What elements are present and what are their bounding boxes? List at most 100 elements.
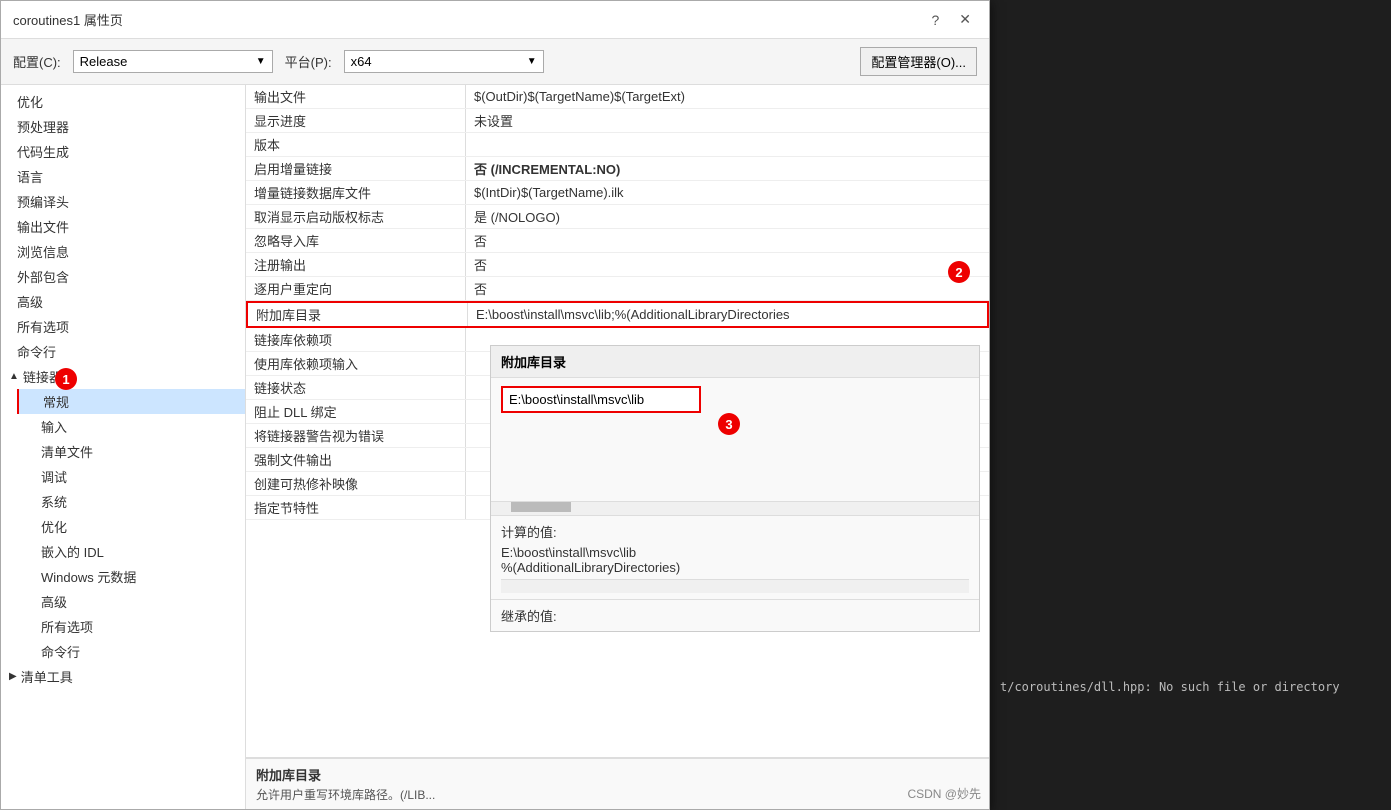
hscroll-thumb — [511, 502, 571, 512]
sidebar-item-optimize2[interactable]: 优化 — [17, 514, 245, 539]
dialog-title: coroutines1 属性页 — [13, 10, 123, 29]
title-controls: ? ✕ — [925, 9, 977, 30]
prop-row-ignoreimp: 忽略导入库 否 — [246, 229, 989, 253]
tooltip-title: 附加库目录 — [491, 346, 979, 378]
prop-value-incdb: $(IntDir)$(TargetName).ilk — [466, 181, 989, 204]
prop-name-warnerr: 将链接器警告视为错误 — [246, 424, 466, 447]
prop-name-uselibinput: 使用库依赖项输入 — [246, 352, 466, 375]
sidebar-item-idl[interactable]: 嵌入的 IDL — [17, 539, 245, 564]
sidebar-item-advanced2[interactable]: 高级 — [17, 589, 245, 614]
sidebar-item-output[interactable]: 输出文件 — [1, 214, 245, 239]
manifest-expand-icon: ▶ — [9, 671, 17, 682]
prop-row-incremental: 启用增量链接 否 (/INCREMENTAL:NO) — [246, 157, 989, 181]
sidebar-item-pch[interactable]: 预编译头 — [1, 189, 245, 214]
prop-value-addlibdir: E:\boost\install\msvc\lib;%(AdditionalLi… — [468, 303, 987, 326]
prop-name-regout: 注册输出 — [246, 253, 466, 276]
sidebar-section-manifest-tool[interactable]: ▶ 清单工具 — [1, 664, 245, 689]
prop-name-outputfile: 输出文件 — [246, 85, 466, 108]
prop-row-incdb: 增量链接数据库文件 $(IntDir)$(TargetName).ilk — [246, 181, 989, 205]
badge-3: 3 — [718, 413, 740, 435]
prop-name-nodllbind: 阻止 DLL 绑定 — [246, 400, 466, 423]
tooltip-input-box[interactable]: E:\boost\install\msvc\lib — [501, 386, 701, 413]
prop-row-addlibdir[interactable]: 附加库目录 E:\boost\install\msvc\lib;%(Additi… — [246, 301, 989, 328]
sidebar-item-advanced[interactable]: 高级 — [1, 289, 245, 314]
linker-expand-icon: ▲ — [9, 371, 19, 382]
config-label: 配置(C): — [13, 52, 61, 71]
prop-name-addlibdir: 附加库目录 — [248, 303, 468, 326]
watermark: CSDN @妙先 — [907, 785, 981, 802]
sidebar-item-winmeta[interactable]: Windows 元数据 — [17, 564, 245, 589]
prop-name-linklib: 链接库依赖项 — [246, 328, 466, 351]
prop-name-incremental: 启用增量链接 — [246, 157, 466, 180]
desc-title: 附加库目录 — [256, 765, 979, 784]
sidebar-item-alloptions2[interactable]: 所有选项 — [17, 614, 245, 639]
sidebar-item-alloptions[interactable]: 所有选项 — [1, 314, 245, 339]
sidebar-item-general[interactable]: 常规 — [17, 389, 245, 414]
prop-row-peruser: 逐用户重定向 否 — [246, 277, 989, 301]
prop-row-nologo: 取消显示启动版权标志 是 (/NOLOGO) — [246, 205, 989, 229]
sidebar-item-cmdline2[interactable]: 命令行 — [17, 639, 245, 664]
description-panel: 附加库目录 允许用户重写环境库路径。(/LIB... — [246, 758, 989, 809]
inherit-title: 继承的值: — [501, 606, 969, 625]
desc-text: 允许用户重写环境库路径。(/LIB... — [256, 786, 979, 803]
sidebar-section-linker[interactable]: ▲ 链接器 — [1, 364, 245, 389]
prop-name-ignoreimp: 忽略导入库 — [246, 229, 466, 252]
sidebar-item-system[interactable]: 系统 — [17, 489, 245, 514]
calc-title: 计算的值: — [501, 522, 969, 541]
platform-value: x64 — [351, 54, 372, 69]
sidebar-item-preprocessor[interactable]: 预处理器 — [1, 114, 245, 139]
close-button[interactable]: ✕ — [953, 9, 977, 30]
prop-value-nologo: 是 (/NOLOGO) — [466, 205, 989, 228]
sidebar-item-codegen[interactable]: 代码生成 — [1, 139, 245, 164]
prop-name-linkstatus: 链接状态 — [246, 376, 466, 399]
sidebar-item-debug[interactable]: 调试 — [17, 464, 245, 489]
prop-value-version — [466, 133, 989, 156]
config-row: 配置(C): Release ▼ 平台(P): x64 ▼ 配置管理器(O)..… — [1, 39, 989, 85]
title-bar: coroutines1 属性页 ? ✕ — [1, 1, 989, 39]
prop-name-nologo: 取消显示启动版权标志 — [246, 205, 466, 228]
prop-name-incdb: 增量链接数据库文件 — [246, 181, 466, 204]
prop-name-peruser: 逐用户重定向 — [246, 277, 466, 300]
sidebar: 优化 预处理器 代码生成 语言 预编译头 输出文件 浏览信息 外部包含 高级 所… — [1, 85, 246, 809]
config-dropdown[interactable]: Release ▼ — [73, 50, 273, 73]
prop-name-forceout: 强制文件输出 — [246, 448, 466, 471]
manager-button[interactable]: 配置管理器(O)... — [860, 47, 977, 76]
help-button[interactable]: ? — [925, 9, 945, 30]
additional-libdir-panel: 附加库目录 E:\boost\install\msvc\lib 计算的值: E:… — [490, 345, 980, 632]
tooltip-inherit-section: 继承的值: — [491, 599, 979, 631]
prop-name-showprogress: 显示进度 — [246, 109, 466, 132]
prop-row-showprogress: 显示进度 未设置 — [246, 109, 989, 133]
platform-dropdown-arrow: ▼ — [527, 56, 537, 67]
tooltip-hscroll[interactable] — [491, 501, 979, 515]
config-value: Release — [80, 54, 128, 69]
platform-label: 平台(P): — [285, 52, 332, 71]
prop-value-showprogress: 未设置 — [466, 109, 989, 132]
prop-row-version: 版本 — [246, 133, 989, 157]
prop-value-incremental: 否 (/INCREMENTAL:NO) — [466, 157, 989, 180]
prop-name-sectattr: 指定节特性 — [246, 496, 466, 519]
tooltip-hscroll2[interactable] — [501, 579, 969, 593]
sidebar-item-browse[interactable]: 浏览信息 — [1, 239, 245, 264]
badge-2: 2 — [948, 261, 970, 283]
prop-value-peruser: 否 — [466, 277, 989, 300]
sidebar-item-external[interactable]: 外部包含 — [1, 264, 245, 289]
prop-row-regout: 注册输出 否 — [246, 253, 989, 277]
prop-value-outputfile: $(OutDir)$(TargetName)$(TargetExt) — [466, 85, 989, 108]
sidebar-item-manifest[interactable]: 清单文件 — [17, 439, 245, 464]
sidebar-item-language[interactable]: 语言 — [1, 164, 245, 189]
calc-line1: E:\boost\install\msvc\lib — [501, 545, 969, 560]
prop-name-hotpatch: 创建可热修补映像 — [246, 472, 466, 495]
platform-dropdown[interactable]: x64 ▼ — [344, 50, 544, 73]
calc-line2: %(AdditionalLibraryDirectories) — [501, 560, 969, 575]
sidebar-item-optimize[interactable]: 优化 — [1, 89, 245, 114]
tooltip-calc-section: 计算的值: E:\boost\install\msvc\lib %(Additi… — [491, 515, 979, 599]
sidebar-item-cmdline[interactable]: 命令行 — [1, 339, 245, 364]
config-dropdown-arrow: ▼ — [256, 56, 266, 67]
prop-value-regout: 否 — [466, 253, 989, 276]
prop-name-version: 版本 — [246, 133, 466, 156]
editor-text: t/coroutines/dll.hpp: No such file or di… — [990, 0, 1391, 698]
sidebar-section-manifest-label: 清单工具 — [21, 667, 73, 686]
badge-1: 1 — [55, 368, 77, 390]
prop-value-ignoreimp: 否 — [466, 229, 989, 252]
sidebar-item-input[interactable]: 输入 — [17, 414, 245, 439]
